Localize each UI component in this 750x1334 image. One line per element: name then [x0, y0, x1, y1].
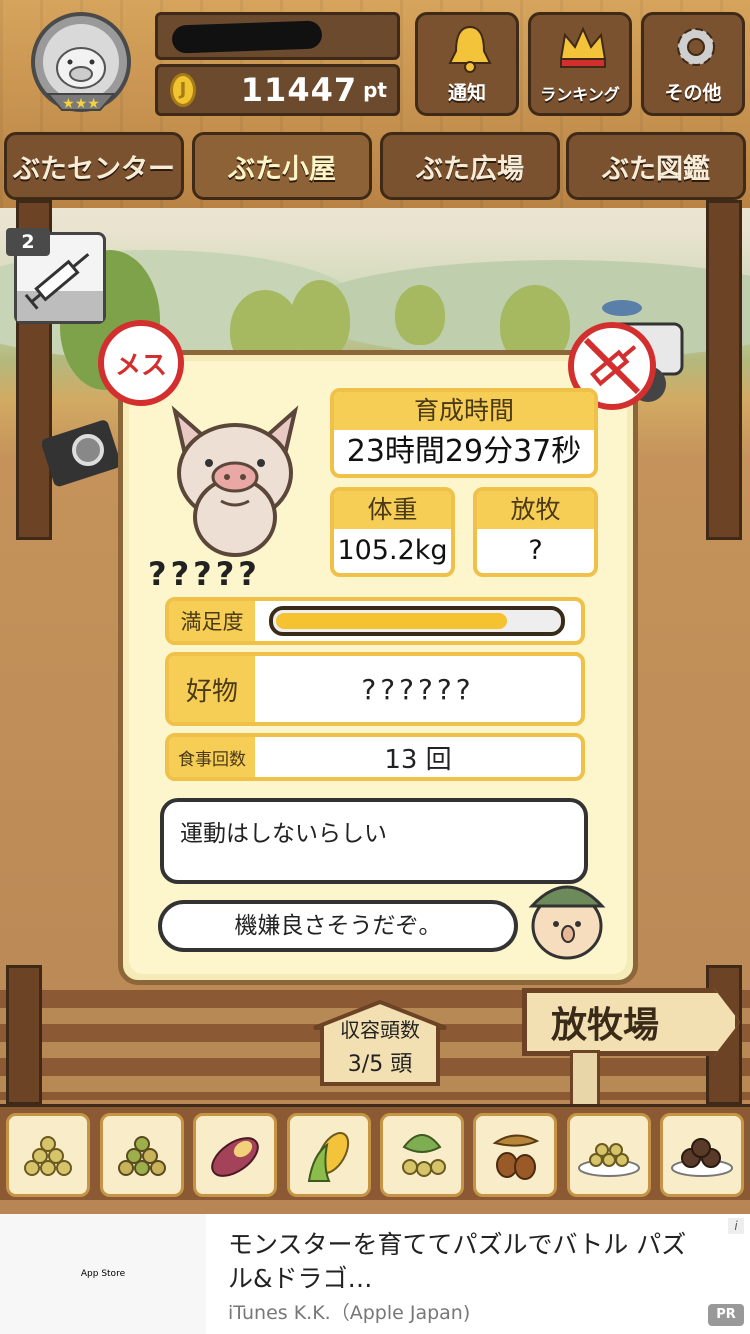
- weight-value: 105.2kg: [337, 535, 448, 566]
- grazing-value: ?: [528, 535, 543, 566]
- redacted-name: [171, 20, 323, 54]
- ranking-label: ランキング: [540, 85, 620, 104]
- favorite-label: 好物: [169, 656, 255, 722]
- notification-button[interactable]: 通知: [415, 12, 519, 116]
- food-slot-leafy-beans[interactable]: [380, 1113, 464, 1197]
- capacity-value: 3/5 頭: [347, 1052, 413, 1077]
- satisfaction-row: 満足度: [165, 597, 585, 645]
- coin-icon: J: [170, 73, 196, 107]
- tab-buta-center[interactable]: ぶたセンター: [4, 132, 184, 200]
- soybeans-icon: [24, 1136, 72, 1176]
- food-slot-acorns[interactable]: [473, 1113, 557, 1197]
- game-screen: ★★★ J 11447 pt 通知 ランキング その他 ぶたセンター ぶた小屋 …: [0, 0, 750, 1214]
- header: ★★★ J 11447 pt 通知 ランキング その他 ぶたセンター ぶた小屋 …: [0, 0, 750, 208]
- meals-label: 食事回数: [169, 737, 255, 777]
- tab-buta-plaza[interactable]: ぶた広場: [380, 132, 560, 200]
- other-label: その他: [664, 82, 722, 104]
- ad-title[interactable]: モンスターを育ててパズルでバトル パズル&ドラゴ…: [228, 1228, 708, 1296]
- food-slot-mixed-beans[interactable]: [100, 1113, 184, 1197]
- acorn-icon: [492, 1134, 540, 1180]
- ad-advertiser: iTunes K.K.（Apple Japan): [228, 1302, 471, 1324]
- bell-icon: [448, 25, 492, 73]
- meals-value: 13 回: [384, 744, 452, 775]
- meatball-plate-icon: [671, 1138, 733, 1177]
- tree: [290, 280, 350, 360]
- crown-icon: [559, 26, 607, 68]
- tab-buta-encyclopedia[interactable]: ぶた図鑑: [566, 132, 746, 200]
- main-nav: ぶたセンター ぶた小屋 ぶた広場 ぶた図鑑: [0, 132, 750, 202]
- player-name-box: [155, 12, 400, 60]
- satisfaction-bar-fill: [276, 613, 508, 629]
- points-display: J 11447 pt: [155, 64, 400, 116]
- food-bar: [0, 1104, 750, 1200]
- ad-pr-badge: PR: [708, 1304, 744, 1326]
- favorite-food-row: 好物 ??????: [165, 652, 585, 726]
- food-slot-soybeans[interactable]: [6, 1113, 90, 1197]
- food-slot-grain-plate[interactable]: [567, 1113, 651, 1197]
- raising-time-label: 育成時間: [334, 392, 594, 430]
- fence-post: [6, 965, 42, 1105]
- notification-label: 通知: [447, 82, 486, 104]
- points-unit: pt: [363, 78, 387, 102]
- raising-time-value: 23時間29分37秒: [346, 434, 582, 469]
- svg-text:★★★: ★★★: [62, 96, 100, 112]
- food-slot-sweet-potato[interactable]: [193, 1113, 277, 1197]
- grazing-label: 放牧: [477, 491, 594, 529]
- pasture-button[interactable]: 放牧場: [522, 988, 740, 1056]
- pig-name: ?????: [148, 555, 261, 593]
- grazing-box: 放牧 ?: [473, 487, 598, 577]
- signpost: [570, 1050, 600, 1110]
- ad-banner[interactable]: App Store モンスターを育ててパズルでバトル パズル&ドラゴ… iTun…: [0, 1214, 750, 1334]
- capacity-label: 収容頭数: [340, 1018, 420, 1042]
- leafy-beans-icon: [402, 1134, 446, 1177]
- pig-illustration[interactable]: [165, 405, 305, 560]
- satisfaction-bar: [269, 606, 565, 636]
- sweet-potato-icon: [211, 1137, 259, 1177]
- satisfaction-label: 満足度: [169, 601, 255, 641]
- ad-thumbnail[interactable]: App Store: [0, 1214, 206, 1334]
- ad-info-icon[interactable]: i: [728, 1218, 744, 1234]
- item-count-badge: 2: [6, 228, 50, 256]
- tree: [395, 285, 445, 345]
- gear-icon: [677, 28, 715, 66]
- player-avatar[interactable]: ★★★: [22, 10, 140, 120]
- food-slot-meatball-plate[interactable]: [660, 1113, 744, 1197]
- weight-box: 体重 105.2kg: [330, 487, 455, 577]
- food-slot-corn[interactable]: [287, 1113, 371, 1197]
- grain-plate-icon: [578, 1143, 640, 1177]
- other-button[interactable]: その他: [641, 12, 745, 116]
- corn-icon: [307, 1132, 350, 1182]
- favorite-value: ??????: [361, 672, 475, 706]
- ranking-button[interactable]: ランキング: [528, 12, 632, 116]
- female-badge: メス: [98, 320, 184, 406]
- raising-time-box: 育成時間 23時間29分37秒: [330, 388, 598, 478]
- farmer-avatar: [524, 872, 610, 960]
- tab-buta-hut[interactable]: ぶた小屋: [192, 132, 372, 200]
- speech-bubble-2: 機嫌良さそうだぞ。: [158, 900, 518, 952]
- mixed-beans-icon: [118, 1136, 166, 1176]
- weight-label: 体重: [334, 491, 451, 529]
- camera-icon[interactable]: [42, 408, 122, 498]
- points-value: 11447: [240, 71, 358, 109]
- right-gate-post: [706, 200, 742, 540]
- meals-row: 食事回数 13 回: [165, 733, 585, 781]
